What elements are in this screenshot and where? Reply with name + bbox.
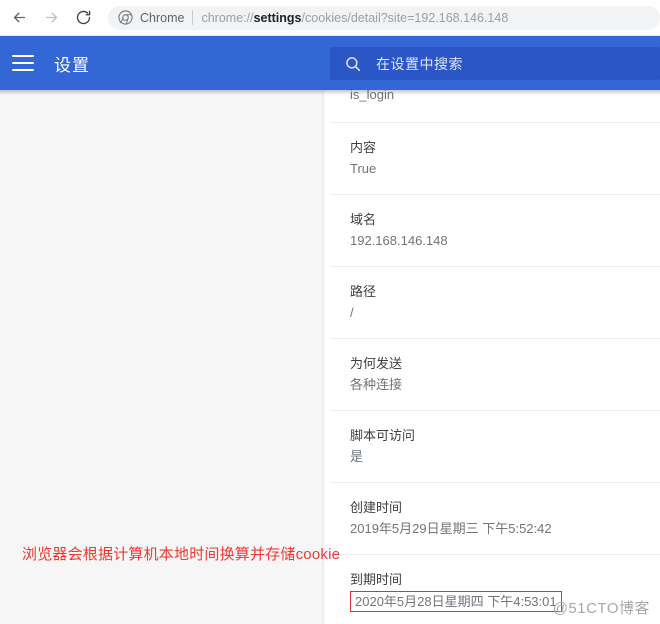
detail-row: 创建时间 2019年5月29日星期三 下午5:52:42 [330, 483, 660, 555]
omnibox-url-bold: settings [253, 10, 302, 25]
settings-appbar: 设置 在设置中搜索 [0, 36, 660, 90]
watermark: @51CTO博客 [552, 600, 650, 617]
detail-row-label: 脚本可访问 [350, 428, 416, 443]
hamburger-bar-3 [12, 69, 34, 71]
search-icon [344, 55, 362, 73]
reload-button[interactable] [70, 5, 96, 31]
detail-row-value: 是 [350, 449, 364, 464]
hamburger-bar-1 [12, 55, 34, 57]
detail-row-label: 创建时间 [350, 500, 403, 515]
address-bar[interactable]: Chrome chrome://settings/cookies/detail?… [108, 5, 660, 30]
hamburger-bar-2 [12, 62, 34, 64]
back-button[interactable] [6, 5, 32, 31]
omnibox-divider [192, 10, 194, 25]
omnibox-url[interactable]: chrome://settings/cookies/detail?site=19… [201, 11, 650, 25]
arrow-left-icon [11, 9, 28, 26]
forward-button[interactable] [38, 5, 64, 31]
appbar-shadow [0, 90, 660, 95]
screenshot-root: Chrome chrome://settings/cookies/detail?… [0, 0, 660, 624]
detail-row-label: 域名 [350, 212, 377, 227]
detail-row-label: 为何发送 [350, 356, 403, 371]
settings-search-box[interactable]: 在设置中搜索 [330, 47, 660, 80]
omnibox-url-prefix: chrome:// [201, 10, 254, 25]
detail-row-value-highlighted: 2020年5月28日星期四 下午4:53:01 [350, 591, 562, 612]
browser-toolbar: Chrome chrome://settings/cookies/detail?… [0, 0, 660, 36]
cookie-detail-panel[interactable]: is_login 内容 True 域名 192.168.146.148 路径 / 为何发送 各种… [330, 90, 660, 624]
detail-row: 域名 192.168.146.148 [330, 195, 660, 267]
arrow-right-icon [43, 9, 60, 26]
search-input[interactable]: 在设置中搜索 [376, 54, 463, 74]
reload-icon [75, 9, 92, 26]
detail-row-value: 192.168.146.148 [350, 233, 448, 248]
detail-row: 脚本可访问是 [330, 411, 660, 483]
omnibox-scheme-label: Chrome [140, 10, 185, 25]
detail-row-label: 到期时间 [350, 572, 403, 587]
cookie-detail-list: is_login 内容 True 域名 192.168.146.148 路径 / 为何发送 各种… [330, 90, 660, 624]
detail-row-value: / [350, 305, 354, 320]
hamburger-menu-icon[interactable] [12, 51, 36, 75]
detail-row: 内容 True [330, 123, 660, 195]
omnibox-url-suffix: /cookies/detail?site=192.168.146.148 [301, 10, 509, 25]
detail-row-label: 路径 [350, 284, 377, 299]
detail-row-value: 各种连接 [350, 377, 403, 392]
page-title: 设置 [54, 55, 90, 75]
detail-row-label: 内容 [350, 140, 377, 155]
detail-row: 为何发送 各种连接 [330, 339, 660, 411]
chrome-logo-icon [118, 10, 133, 25]
annotation-note: 浏览器会根据计算机本地时间换算并存储cookie [22, 546, 341, 563]
detail-row-value: 2019年5月29日星期三 下午5:52:42 [350, 521, 552, 536]
detail-row: 路径 / [330, 267, 660, 339]
detail-row-value: True [350, 161, 377, 176]
